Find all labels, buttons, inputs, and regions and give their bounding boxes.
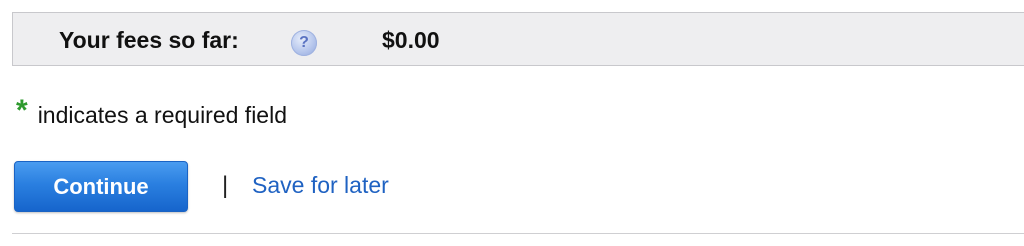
help-icon[interactable]: ? <box>291 30 317 56</box>
save-for-later-link[interactable]: Save for later <box>252 171 389 199</box>
bottom-divider <box>12 233 1024 234</box>
required-star-icon: * <box>16 94 28 127</box>
required-note-text: indicates a required field <box>37 102 288 128</box>
page: Your fees so far: ? $0.00 * indicates a r… <box>0 0 1024 246</box>
fees-label: Your fees so far: <box>59 27 239 53</box>
required-field-note: * indicates a required field <box>16 96 288 129</box>
action-separator: | <box>222 172 229 199</box>
fees-value: $0.00 <box>382 27 440 53</box>
fees-summary-bar: Your fees so far: ? $0.00 <box>12 12 1024 66</box>
continue-button[interactable]: Continue <box>14 161 188 212</box>
